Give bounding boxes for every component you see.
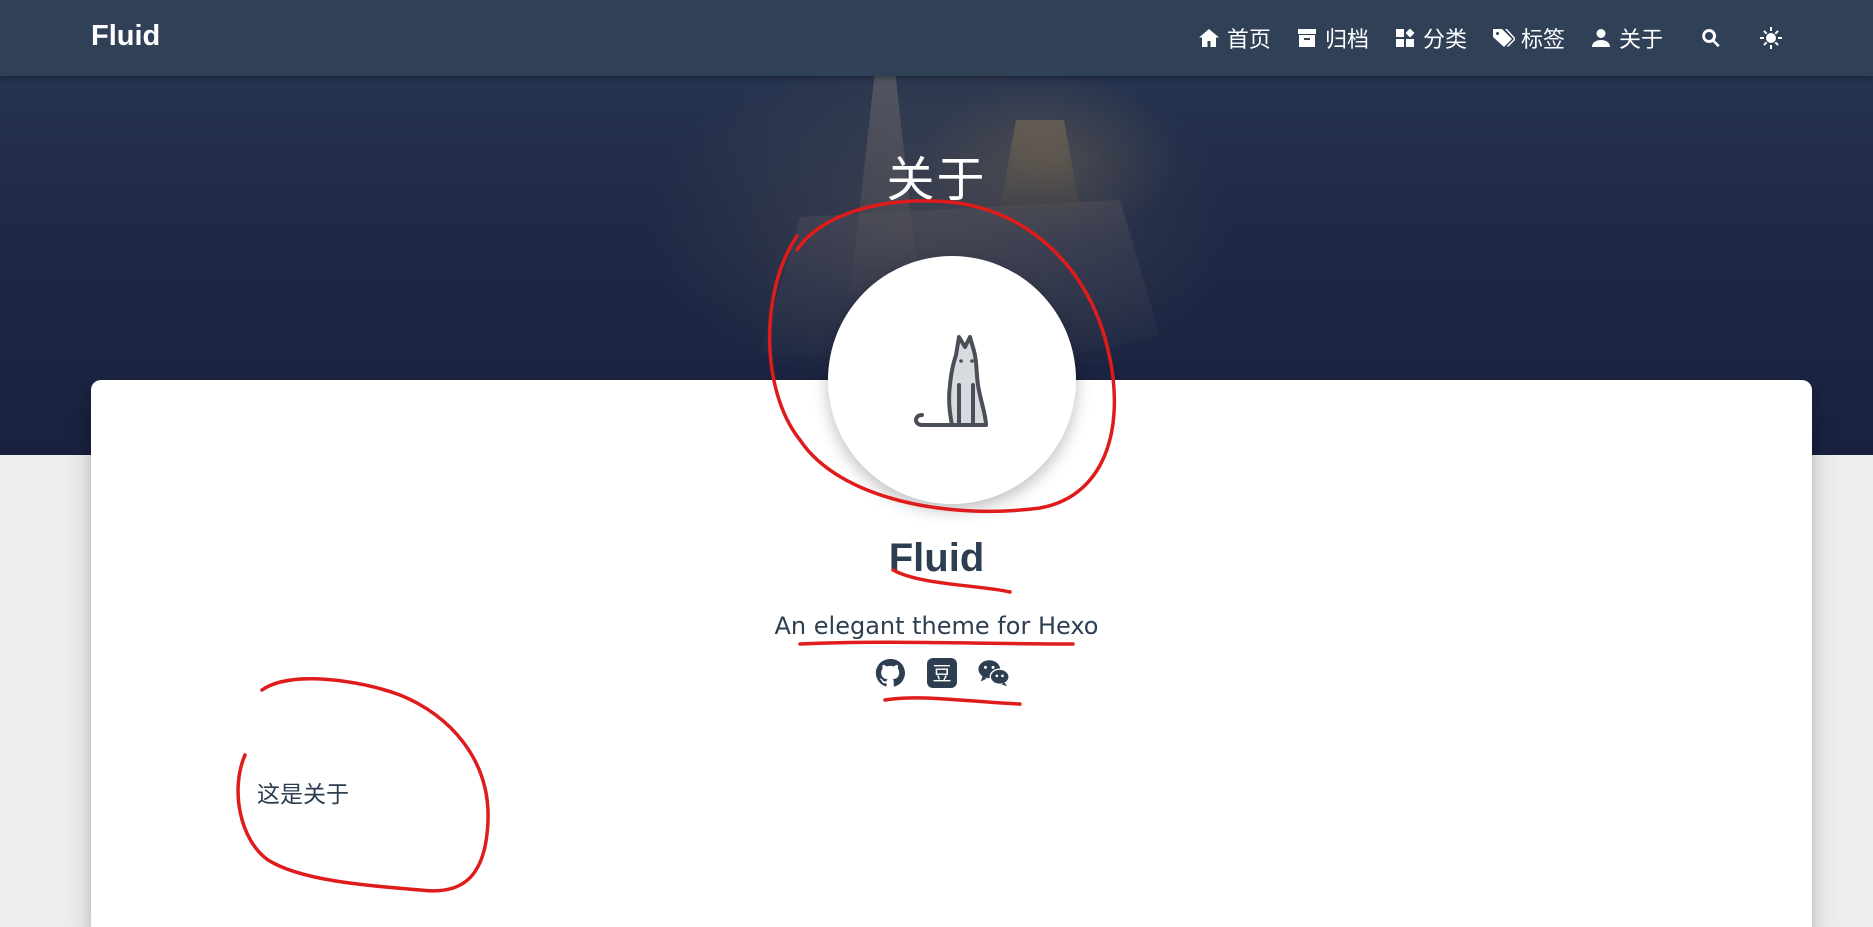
- sun-icon: [1760, 27, 1782, 49]
- nav-item-tags[interactable]: 标签: [1491, 22, 1565, 54]
- nav-item-label: 首页: [1226, 28, 1271, 53]
- tags-icon: [1492, 29, 1515, 47]
- douban-glyph: 豆: [932, 663, 951, 685]
- category-icon: [1395, 28, 1415, 47]
- site-brand-link[interactable]: Fluid: [91, 20, 160, 53]
- search-button[interactable]: [1699, 26, 1723, 50]
- cat-icon: [914, 335, 988, 427]
- github-link[interactable]: [873, 656, 907, 690]
- nav-menu: 首页 归档 分类 标签 关于: [1173, 22, 1783, 54]
- wechat-link[interactable]: [977, 656, 1011, 690]
- page-title: 关于: [886, 152, 987, 208]
- douban-icon: 豆: [927, 658, 957, 688]
- about-content-text: 这是关于: [257, 782, 349, 808]
- about-intro: An elegant theme for Hexo: [774, 612, 1099, 640]
- search-icon: [1702, 29, 1720, 48]
- github-icon: [875, 658, 905, 687]
- top-navbar: Fluid 首页 归档 分类 标签 关于: [0, 0, 1873, 76]
- theme-toggle-button[interactable]: [1759, 26, 1783, 50]
- nav-item-home[interactable]: 首页: [1197, 22, 1271, 54]
- nav-item-label: 分类: [1422, 28, 1467, 53]
- social-links: 豆: [873, 656, 1011, 690]
- wechat-icon: [978, 660, 1010, 687]
- user-icon: [1591, 29, 1610, 47]
- home-icon: [1198, 29, 1219, 47]
- nav-item-label: 归档: [1324, 28, 1369, 53]
- archive-icon: [1297, 29, 1316, 47]
- douban-link[interactable]: 豆: [925, 656, 959, 690]
- nav-item-category[interactable]: 分类: [1393, 22, 1467, 54]
- nav-item-label: 关于: [1618, 28, 1663, 53]
- avatar: [828, 256, 1076, 504]
- nav-item-archive[interactable]: 归档: [1295, 22, 1369, 54]
- about-name: Fluid: [888, 536, 985, 580]
- nav-item-label: 标签: [1520, 28, 1565, 53]
- nav-item-about[interactable]: 关于: [1589, 22, 1663, 54]
